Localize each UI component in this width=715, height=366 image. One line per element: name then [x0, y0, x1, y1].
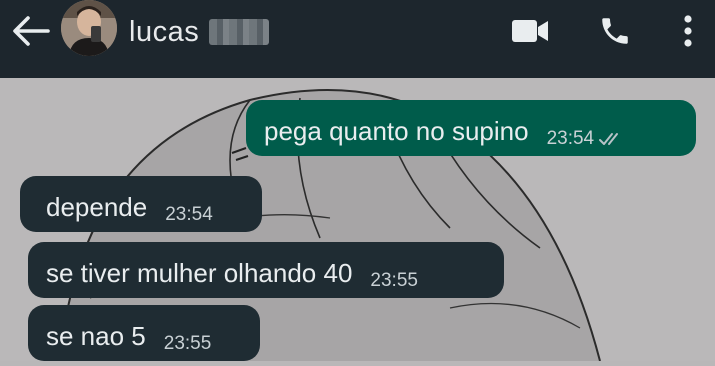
contact-name: lucas — [129, 15, 200, 48]
message-bubble-incoming[interactable]: depende 23:54 — [20, 176, 262, 232]
video-call-icon — [512, 20, 548, 42]
phone-icon — [602, 18, 628, 44]
back-button[interactable] — [8, 13, 52, 49]
menu-button[interactable] — [678, 13, 698, 54]
message-bubble-outgoing[interactable]: pega quanto no supino 23:54 — [246, 100, 696, 156]
message-time: 23:54 — [165, 204, 213, 225]
message-time: 23:55 — [163, 333, 212, 354]
chat-header: lucas — [0, 0, 715, 78]
voice-call-button[interactable] — [598, 14, 632, 53]
message-time: 23:54 — [546, 128, 595, 149]
more-vertical-icon — [684, 15, 692, 47]
contact-avatar[interactable] — [61, 0, 117, 56]
message-time: 23:55 — [370, 270, 418, 291]
message-text: se nao 5 — [46, 321, 146, 351]
message-bubble-incoming[interactable]: se nao 5 23:55 — [28, 305, 260, 361]
redacted-surname — [209, 19, 270, 45]
message-text: depende — [46, 192, 148, 222]
double-check-icon — [598, 131, 624, 152]
back-arrow-icon — [13, 16, 50, 46]
message-bubble-incoming[interactable]: se tiver mulher olhando 40 23:55 — [28, 242, 504, 298]
message-text: pega quanto no supino — [264, 116, 529, 146]
message-text: se tiver mulher olhando 40 — [46, 258, 353, 288]
avatar-photo — [61, 0, 117, 56]
video-call-button[interactable] — [511, 17, 549, 50]
contact-info[interactable]: lucas — [129, 12, 270, 52]
